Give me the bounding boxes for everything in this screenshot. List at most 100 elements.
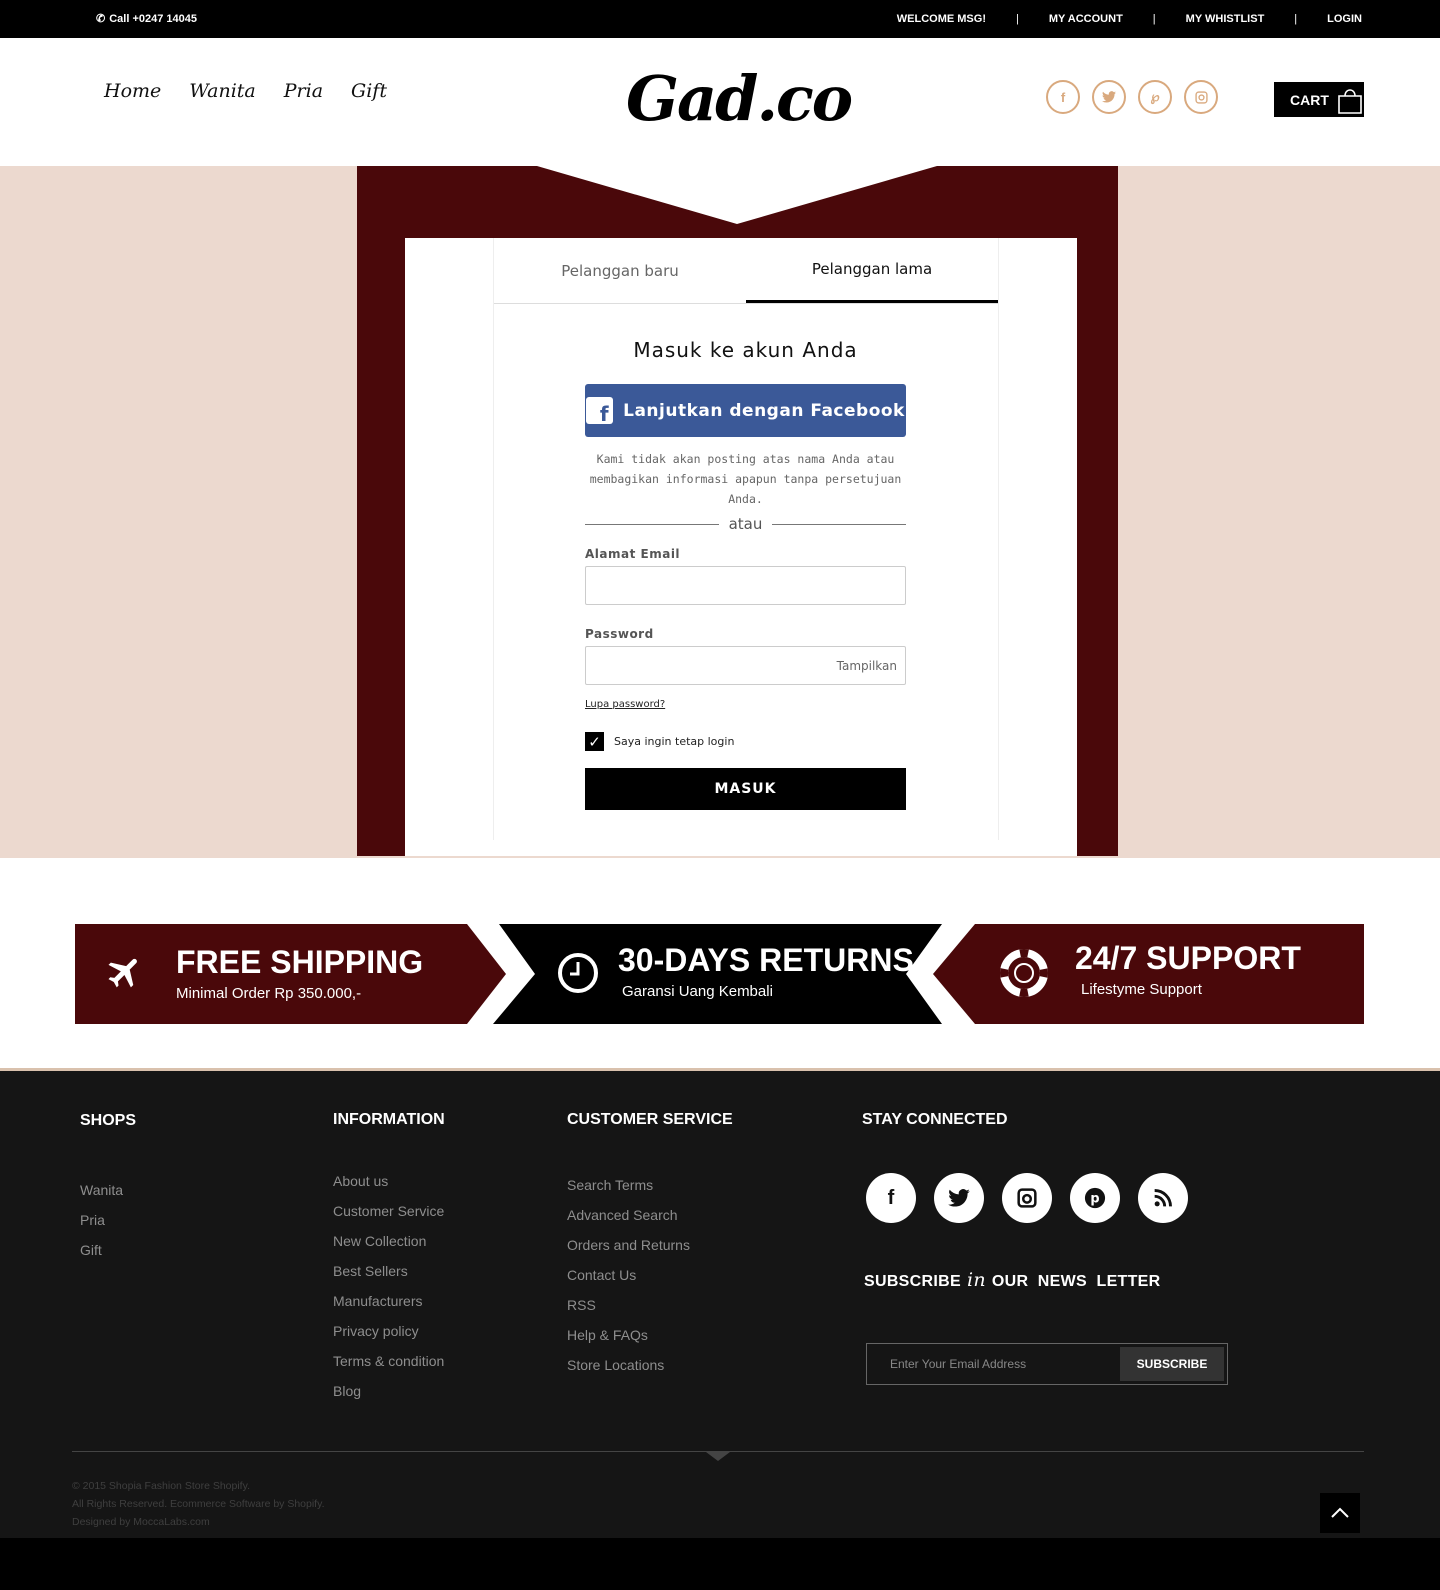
footer-link[interactable]: Search Terms	[567, 1177, 733, 1193]
feature-returns: 30-DAYS RETURNS Garansi Uang Kembali	[618, 942, 914, 1000]
footer-link[interactable]: Customer Service	[333, 1203, 445, 1219]
instagram-icon[interactable]	[1184, 80, 1218, 114]
login-card: Pelanggan baru Pelanggan lama Masuk ke a…	[493, 238, 999, 840]
feature-subtitle: Lifestyme Support	[1081, 981, 1202, 998]
login-section: Pelanggan baru Pelanggan lama Masuk ke a…	[0, 166, 1440, 858]
email-field[interactable]	[585, 566, 906, 605]
footer-social-links: f p	[866, 1173, 1228, 1223]
twitter-icon[interactable]	[934, 1173, 984, 1223]
footer-link-gift[interactable]: Gift	[80, 1242, 136, 1258]
footer-information: INFORMATION About us Customer Service Ne…	[333, 1111, 445, 1413]
pinterest-icon[interactable]: p	[1070, 1173, 1120, 1223]
cart-button[interactable]: CART	[1274, 82, 1364, 117]
rss-icon[interactable]	[1138, 1173, 1188, 1223]
password-field[interactable]: Tampilkan	[585, 646, 906, 685]
top-links: WELCOME MSG! | MY ACCOUNT | MY WHISTLIST…	[897, 13, 1362, 25]
login-link[interactable]: LOGIN	[1327, 13, 1362, 25]
footer-link[interactable]: Orders and Returns	[567, 1237, 733, 1253]
login-submit-button[interactable]: MASUK	[585, 768, 906, 810]
remember-label: Saya ingin tetap login	[614, 735, 735, 748]
footer-stay-connected: STAY CONNECTED f p SUBSCRIBE in OUR NEWS L…	[862, 1111, 1228, 1385]
footer-link[interactable]: RSS	[567, 1297, 733, 1313]
footer-link[interactable]: Contact Us	[567, 1267, 733, 1283]
lifebuoy-icon	[1000, 949, 1048, 1002]
welcome-msg: WELCOME MSG!	[896, 13, 986, 25]
tab-existing-customer[interactable]: Pelanggan lama	[746, 238, 998, 303]
newsletter-email-input[interactable]: Enter Your Email Address	[870, 1357, 1120, 1371]
nav-pria[interactable]: Pria	[284, 80, 323, 102]
phone-icon: ✆	[96, 13, 106, 25]
facebook-icon[interactable]: f	[866, 1173, 916, 1223]
login-frame: Pelanggan baru Pelanggan lama Masuk ke a…	[357, 166, 1118, 856]
facebook-button-label: Lanjutkan dengan Facebook	[623, 400, 905, 421]
svg-text:p: p	[1090, 1192, 1099, 1207]
footer-link[interactable]: Best Sellers	[333, 1263, 445, 1279]
footer-link[interactable]: New Collection	[333, 1233, 445, 1249]
my-wishlist-link[interactable]: MY WHISTLIST	[1186, 13, 1265, 25]
newsletter-title: SUBSCRIBE in OUR NEWS LETTER	[864, 1269, 1228, 1291]
footer-customer-service: CUSTOMER SERVICE Search Terms Advanced S…	[567, 1111, 733, 1387]
feature-title: FREE SHIPPING	[176, 944, 424, 980]
forgot-password-link[interactable]: Lupa password?	[585, 699, 906, 710]
email-label: Alamat Email	[585, 547, 681, 561]
nav-wanita[interactable]: Wanita	[189, 80, 255, 102]
back-to-top-button[interactable]	[1320, 1493, 1360, 1533]
newsletter-title-in: in	[966, 1269, 986, 1291]
facebook-note: Kami tidak akan posting atas nama Anda a…	[589, 452, 902, 506]
feature-title: 24/7 SUPPORT	[1075, 940, 1301, 976]
facebook-icon: f	[586, 397, 614, 424]
main-nav: Home Wanita Pria Gift	[104, 80, 387, 102]
footer-link[interactable]: Privacy policy	[333, 1323, 445, 1339]
footer-shops: SHOPS Wanita Pria Gift	[80, 1111, 136, 1272]
frame-notch	[537, 166, 937, 224]
my-account-link[interactable]: MY ACCOUNT	[1049, 13, 1123, 25]
remember-checkbox[interactable]: ✓	[585, 732, 604, 751]
footer-link[interactable]: Manufacturers	[333, 1293, 445, 1309]
footer-link[interactable]: About us	[333, 1173, 445, 1189]
login-panel: Pelanggan baru Pelanggan lama Masuk ke a…	[405, 238, 1077, 856]
chevron-up-icon	[1331, 1507, 1349, 1518]
feature-shipping: FREE SHIPPING Minimal Order Rp 350.000,-	[176, 944, 423, 1002]
password-label: Password	[585, 627, 654, 641]
copyright-line: Designed by MoccaLabs.com	[72, 1516, 210, 1528]
cart-label: CART	[1290, 91, 1329, 108]
footer-heading: CUSTOMER SERVICE	[567, 1111, 733, 1128]
facebook-icon[interactable]: f	[1046, 80, 1080, 114]
phone-number: Call +0247 14045	[109, 12, 197, 25]
separator: |	[1152, 13, 1156, 25]
footer-link[interactable]: Help & FAQs	[567, 1327, 733, 1343]
separator: |	[1015, 13, 1019, 25]
divider-text: atau	[728, 515, 763, 533]
airplane-icon	[105, 952, 145, 997]
site-logo[interactable]: Gad.co	[626, 62, 853, 135]
footer-heading: INFORMATION	[333, 1111, 445, 1128]
facebook-login-button[interactable]: f Lanjutkan dengan Facebook	[585, 384, 906, 437]
site-header: Home Wanita Pria Gift Gad.co f ℘ CART	[0, 38, 1440, 166]
feature-subtitle: Garansi Uang Kembali	[622, 983, 773, 1000]
newsletter-title-post: OUR NEWS LETTER	[991, 1273, 1161, 1290]
footer-link-wanita[interactable]: Wanita	[80, 1182, 136, 1198]
show-password-toggle[interactable]: Tampilkan	[837, 659, 897, 673]
pinterest-icon[interactable]: ℘	[1138, 80, 1172, 114]
feature-title: 30-DAYS RETURNS	[618, 942, 914, 978]
footer-link[interactable]: Blog	[333, 1383, 445, 1399]
footer-link-pria[interactable]: Pria	[80, 1212, 136, 1228]
nav-gift[interactable]: Gift	[351, 80, 387, 102]
header-social-links: f ℘	[1046, 80, 1218, 114]
nav-home[interactable]: Home	[104, 80, 161, 102]
instagram-icon[interactable]	[1002, 1173, 1052, 1223]
footer-link[interactable]: Advanced Search	[567, 1207, 733, 1223]
clock-icon	[557, 952, 599, 999]
separator: |	[1294, 13, 1298, 25]
shopping-bag-icon	[1338, 88, 1362, 114]
twitter-icon[interactable]	[1092, 80, 1126, 114]
login-heading: Masuk ke akun Anda	[633, 338, 858, 362]
footer-link[interactable]: Store Locations	[567, 1357, 733, 1373]
footer-link[interactable]: Terms & condition	[333, 1353, 445, 1369]
copyright-line: © 2015 Shopia Fashion Store Shopify.	[72, 1480, 250, 1492]
subscribe-button[interactable]: SUBSCRIBE	[1120, 1347, 1224, 1381]
site-footer: SHOPS Wanita Pria Gift INFORMATION About…	[0, 1068, 1440, 1538]
feature-subtitle: Minimal Order Rp 350.000,-	[176, 985, 362, 1002]
tab-new-customer[interactable]: Pelanggan baru	[494, 238, 746, 303]
footer-heading: SHOPS	[80, 1112, 137, 1129]
